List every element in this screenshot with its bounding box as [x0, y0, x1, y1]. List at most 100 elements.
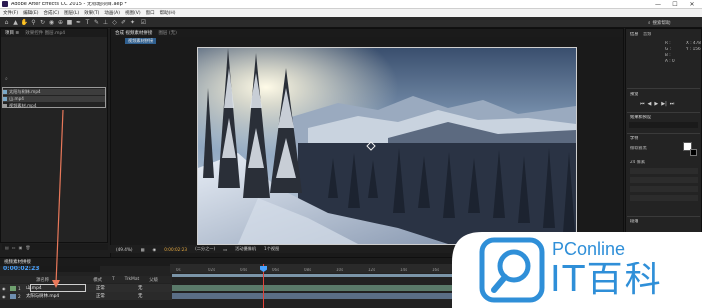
menu-composition[interactable]: 合成(C): [43, 10, 59, 16]
delete-icon[interactable]: 🗑: [25, 245, 30, 250]
tools-toolbar: ⌂ ▲ ✋ ⚲ ↻ ◉ ⊕ ■ ✒ T ✎ ⊥ ◇ ✐ ✦ ☑ ⌕ 搜索帮助: [0, 17, 702, 28]
view-layout-dropdown[interactable]: 1个视图: [264, 246, 279, 252]
menu-file[interactable]: 文件(F): [3, 10, 18, 16]
timeline-current-time[interactable]: 0:00:02:23: [3, 266, 39, 272]
search-help-label: 搜索帮助: [652, 20, 671, 26]
work-area-bar[interactable]: [172, 274, 472, 277]
tab-layer[interactable]: 图层 (无): [158, 30, 176, 36]
project-file-name: 视频素材.mp4: [9, 103, 37, 108]
zoom-dropdown[interactable]: (49.4%): [116, 247, 133, 252]
character-setting-row[interactable]: [630, 195, 698, 201]
character-panel-title[interactable]: 字符: [630, 136, 638, 140]
tab-effect-controls[interactable]: 效果控件 图层.mp4: [25, 30, 65, 36]
minimize-button[interactable]: —: [650, 0, 666, 9]
font-family-dropdown[interactable]: 微软雅黑: [630, 146, 647, 150]
menu-layer[interactable]: 图层(L): [64, 10, 79, 16]
interpret-footage-icon[interactable]: ▤: [5, 245, 9, 250]
tab-composition[interactable]: 合成 视频素材拼接: [115, 30, 152, 36]
video-frame-image[interactable]: [198, 48, 576, 244]
menu-edit[interactable]: 编辑(E): [23, 10, 38, 16]
layer-parent-dropdown[interactable]: 无: [138, 293, 142, 299]
composition-panel-tabs: 合成 视频素材拼接 图层 (无): [111, 29, 623, 37]
zoom-tool-icon[interactable]: ⚲: [30, 19, 37, 26]
pen-tool-icon[interactable]: ✒: [75, 19, 82, 26]
info-panel-title[interactable]: 信息: [630, 32, 638, 36]
project-panel-tabs: 项目 ≡ 效果控件 图层.mp4: [1, 29, 107, 37]
project-file-row[interactable]: 视频素材.mp4: [3, 103, 105, 109]
camera-tool-icon[interactable]: ◉: [48, 19, 55, 26]
new-composition-icon[interactable]: ▣: [19, 245, 23, 250]
snapping-checkbox-icon[interactable]: ☑: [140, 19, 147, 26]
selection-tool-icon[interactable]: ▲: [12, 19, 19, 26]
font-size-field[interactable]: 24 像素: [630, 160, 645, 164]
layer-label-color[interactable]: [10, 293, 16, 299]
character-setting-row[interactable]: [630, 186, 698, 192]
timeline-layer-row[interactable]: ◉ 2 太阳与树林.mp4 正常 无: [0, 292, 172, 300]
search-help-field[interactable]: ⌕ 搜索帮助: [648, 19, 698, 26]
character-setting-row[interactable]: [630, 177, 698, 183]
column-t[interactable]: T: [112, 277, 115, 282]
next-frame-icon[interactable]: ▶|: [661, 101, 667, 107]
effects-search-input[interactable]: [629, 122, 698, 128]
column-trkmat[interactable]: TrkMat: [125, 277, 140, 282]
column-source-name[interactable]: 源名称: [36, 277, 49, 283]
column-parent[interactable]: 父级: [149, 277, 158, 283]
menu-effect[interactable]: 效果(T): [84, 10, 99, 16]
puppet-tool-icon[interactable]: ✦: [129, 19, 136, 26]
layer-mode-dropdown[interactable]: 正常: [96, 285, 122, 291]
previous-frame-icon[interactable]: ◀: [648, 101, 652, 107]
tab-project[interactable]: 项目 ≡: [5, 30, 19, 36]
menu-bar: 文件(F) 编辑(E) 合成(C) 图层(L) 效果(T) 动画(A) 视图(V…: [0, 9, 702, 17]
visibility-eye-icon[interactable]: ◉: [0, 294, 8, 299]
maximize-button[interactable]: ☐: [667, 0, 683, 9]
current-time-display[interactable]: 0:00:02:23: [164, 247, 187, 252]
layer-mode-dropdown[interactable]: 正常: [96, 293, 122, 299]
brush-tool-icon[interactable]: ✎: [93, 19, 100, 26]
timeline-layer-row[interactable]: ◉ 1 山.mp4 正常 无: [0, 284, 172, 292]
home-icon[interactable]: ⌂: [3, 19, 10, 26]
menu-window[interactable]: 窗口: [146, 10, 155, 16]
pan-behind-tool-icon[interactable]: ⊕: [57, 19, 64, 26]
timeline-search-input[interactable]: [40, 266, 100, 272]
last-frame-icon[interactable]: ⏭: [670, 101, 675, 107]
visibility-eye-icon[interactable]: ◉: [0, 286, 8, 291]
shape-tool-icon[interactable]: ■: [66, 19, 73, 26]
layer-label-color[interactable]: [10, 285, 16, 291]
clone-stamp-tool-icon[interactable]: ⊥: [102, 19, 109, 26]
character-setting-row[interactable]: [630, 168, 698, 174]
effects-presets-title[interactable]: 效果和预设: [630, 115, 651, 119]
video-file-icon: [3, 90, 7, 94]
menu-help[interactable]: 帮助(H): [160, 10, 176, 16]
close-button[interactable]: ✕: [684, 0, 700, 9]
stroke-color-swatch[interactable]: [690, 149, 697, 156]
eraser-tool-icon[interactable]: ◇: [111, 19, 118, 26]
new-folder-icon[interactable]: ▭: [12, 245, 16, 250]
preview-panel-title[interactable]: 预览: [630, 92, 638, 96]
resolution-dropdown[interactable]: (二分之一): [195, 246, 215, 252]
project-file-row[interactable]: 太阳与树林.mp4: [3, 89, 105, 95]
watermark-text: IT百科: [550, 262, 663, 298]
play-icon[interactable]: ▶: [654, 101, 658, 107]
grid-guide-icon[interactable]: ▦: [141, 247, 145, 252]
type-tool-icon[interactable]: T: [84, 19, 91, 26]
project-file-name: 山.mp4: [9, 96, 24, 101]
region-of-interest-icon[interactable]: ▭: [223, 247, 227, 252]
first-frame-icon[interactable]: ⏮: [640, 101, 645, 107]
active-camera-dropdown[interactable]: 活动摄像机: [235, 246, 256, 252]
tab-timeline-composition[interactable]: 视频素材拼接: [4, 259, 31, 265]
audio-panel-title[interactable]: 音频: [643, 32, 651, 36]
layer-number: 2: [18, 293, 21, 299]
column-mode[interactable]: 模式: [93, 277, 102, 283]
menu-animation[interactable]: 动画(A): [104, 10, 120, 16]
camera-snapshot-icon[interactable]: ◉: [153, 247, 157, 252]
panel-divider: [627, 88, 700, 89]
roto-brush-tool-icon[interactable]: ✐: [120, 19, 127, 26]
composition-breadcrumb[interactable]: 视频素材拼接: [125, 38, 157, 44]
rotate-tool-icon[interactable]: ↻: [39, 19, 46, 26]
paragraph-panel-title[interactable]: 段落: [630, 219, 638, 223]
layer-parent-dropdown[interactable]: 无: [138, 285, 142, 291]
hand-tool-icon[interactable]: ✋: [21, 19, 28, 26]
project-file-row[interactable]: 山.mp4: [3, 96, 105, 102]
menu-view[interactable]: 视图(V): [125, 10, 141, 16]
project-search-icon[interactable]: ⌕: [5, 77, 8, 82]
